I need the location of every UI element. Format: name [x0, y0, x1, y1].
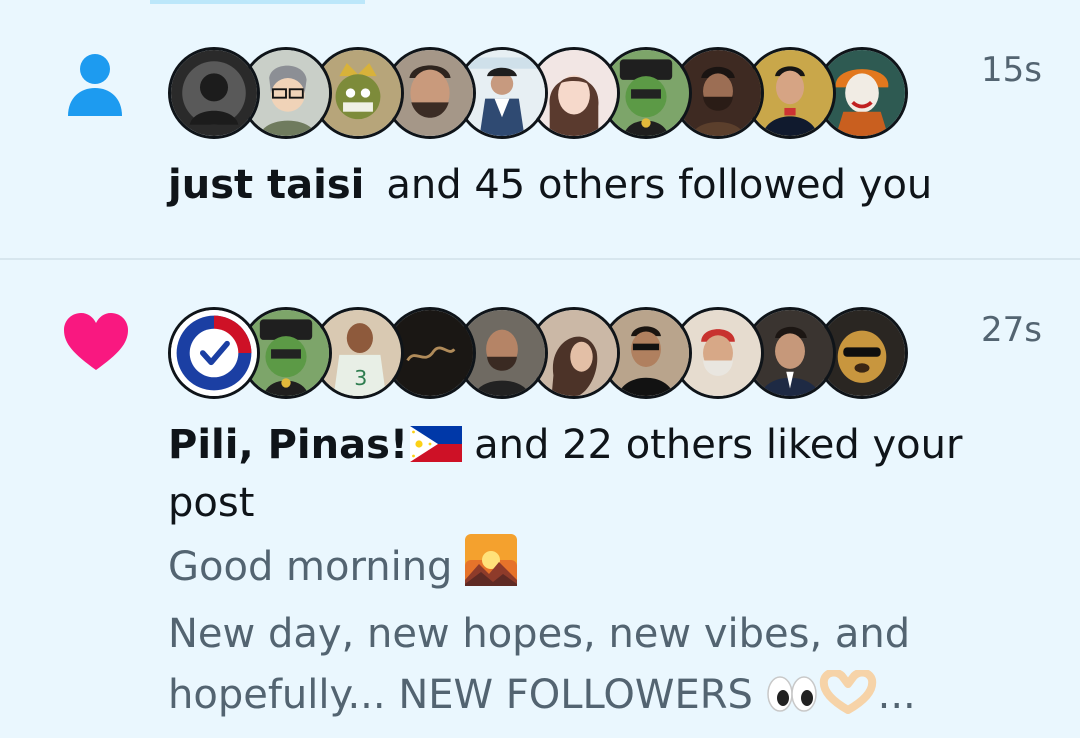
timestamp: 15s [981, 50, 1042, 90]
notification-follow[interactable]: 15s just taisi and 45 others followed you [0, 0, 1080, 260]
avatar[interactable] [168, 47, 260, 139]
heart-hands-emoji-icon [818, 668, 878, 732]
post-line-1: Good morning [168, 544, 453, 590]
person-icon [62, 52, 128, 118]
post-line-3: hopefully... NEW FOLLOWERS [168, 672, 753, 718]
sunrise-over-mountains-emoji-icon [465, 534, 518, 604]
timestamp: 27s [981, 310, 1042, 350]
actor-name-link[interactable]: Pili, Pinas! [168, 422, 408, 468]
svg-text:3: 3 [354, 366, 367, 390]
action-text: and 45 others followed you [386, 162, 933, 208]
actor-name-link[interactable]: just taisi [168, 162, 364, 208]
notification-like[interactable]: 3 27s Pili, Pinas! and 22 others liked y… [0, 260, 1080, 738]
notification-text: just taisi and 45 others followed you [168, 156, 970, 214]
post-ellipsis: ... [877, 672, 916, 718]
avatar[interactable] [168, 307, 260, 399]
post-line-2: New day, new hopes, new vibes, and [168, 611, 911, 657]
heart-icon [62, 312, 130, 372]
philippines-flag-icon [410, 420, 463, 462]
notification-text: Pili, Pinas! and 22 others liked your pos… [168, 416, 970, 532]
post-preview[interactable]: Good morning New day, new hopes, new vib… [168, 534, 1020, 732]
eyes-emoji-icon [766, 671, 818, 732]
